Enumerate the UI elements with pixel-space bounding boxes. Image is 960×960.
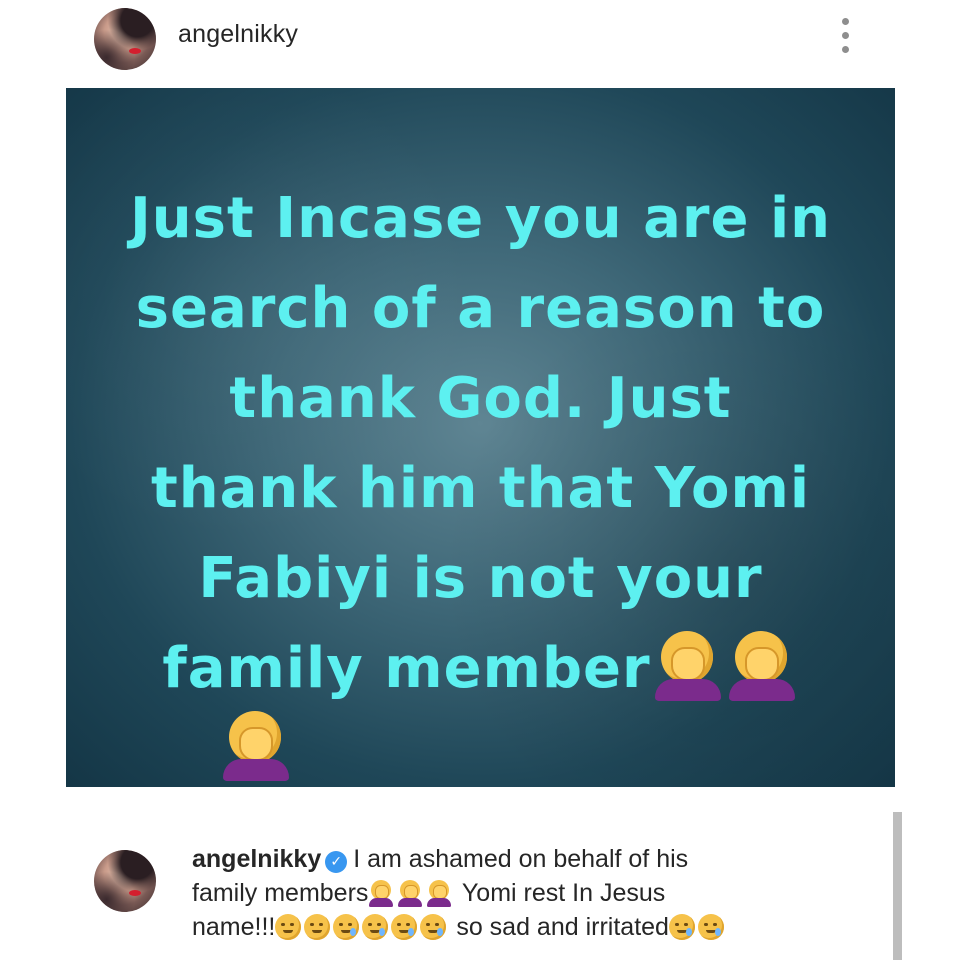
post-image-text: Just Incase you are in search of a reaso… <box>66 174 895 787</box>
face-palm-woman-icon <box>725 627 799 701</box>
image-text-line: search of a reason to <box>135 276 826 341</box>
comment-avatar[interactable] <box>94 850 156 912</box>
image-text-line: family member <box>162 636 651 701</box>
image-text-line-last: family member <box>66 624 895 714</box>
comment-text: Yomi rest In Jesus <box>461 879 666 907</box>
comment-text: name!!! <box>192 913 276 941</box>
instagram-post-view: angelnikky Just Incase you are in search… <box>0 0 960 960</box>
smirk-face-icon <box>275 914 302 940</box>
verified-badge-icon: ✓ <box>325 851 348 873</box>
caption-comment: angelnikky ✓ I am ashamed on behalf of his… <box>192 842 872 944</box>
comment-username[interactable]: angelnikky <box>192 845 321 873</box>
avatar[interactable] <box>94 8 156 70</box>
smiling-face-with-tear-icon <box>420 914 447 940</box>
emoji-line <box>66 704 895 787</box>
post-username[interactable]: angelnikky <box>178 20 298 49</box>
post-image[interactable]: Just Incase you are in search of a reaso… <box>66 88 895 787</box>
comment-text: family members <box>192 879 369 907</box>
crying-face-icon <box>697 914 724 940</box>
image-text-line: thank God. Just <box>229 366 732 431</box>
crying-face-icon <box>668 914 695 940</box>
comment-text: so sad and irritated <box>456 913 669 941</box>
image-text-line: Fabiyi is not your <box>198 546 763 611</box>
scrollbar[interactable] <box>893 812 902 960</box>
image-text-line: thank him that Yomi <box>150 456 811 521</box>
face-palm-woman-icon <box>426 879 452 907</box>
post-header: angelnikky <box>0 0 960 80</box>
more-options-icon[interactable] <box>838 16 854 56</box>
face-palm-woman-icon <box>368 879 394 907</box>
smiling-face-with-tear-icon <box>391 914 418 940</box>
smiling-face-with-tear-icon <box>333 914 360 940</box>
smiling-face-with-tear-icon <box>362 914 389 940</box>
face-palm-woman-icon <box>219 707 293 781</box>
comment-text: I am ashamed on behalf of his <box>353 845 689 873</box>
face-palm-woman-icon <box>651 627 725 701</box>
image-text-line: Just Incase you are in <box>129 186 832 251</box>
face-palm-woman-icon <box>397 879 423 907</box>
relieved-face-icon <box>304 914 331 940</box>
